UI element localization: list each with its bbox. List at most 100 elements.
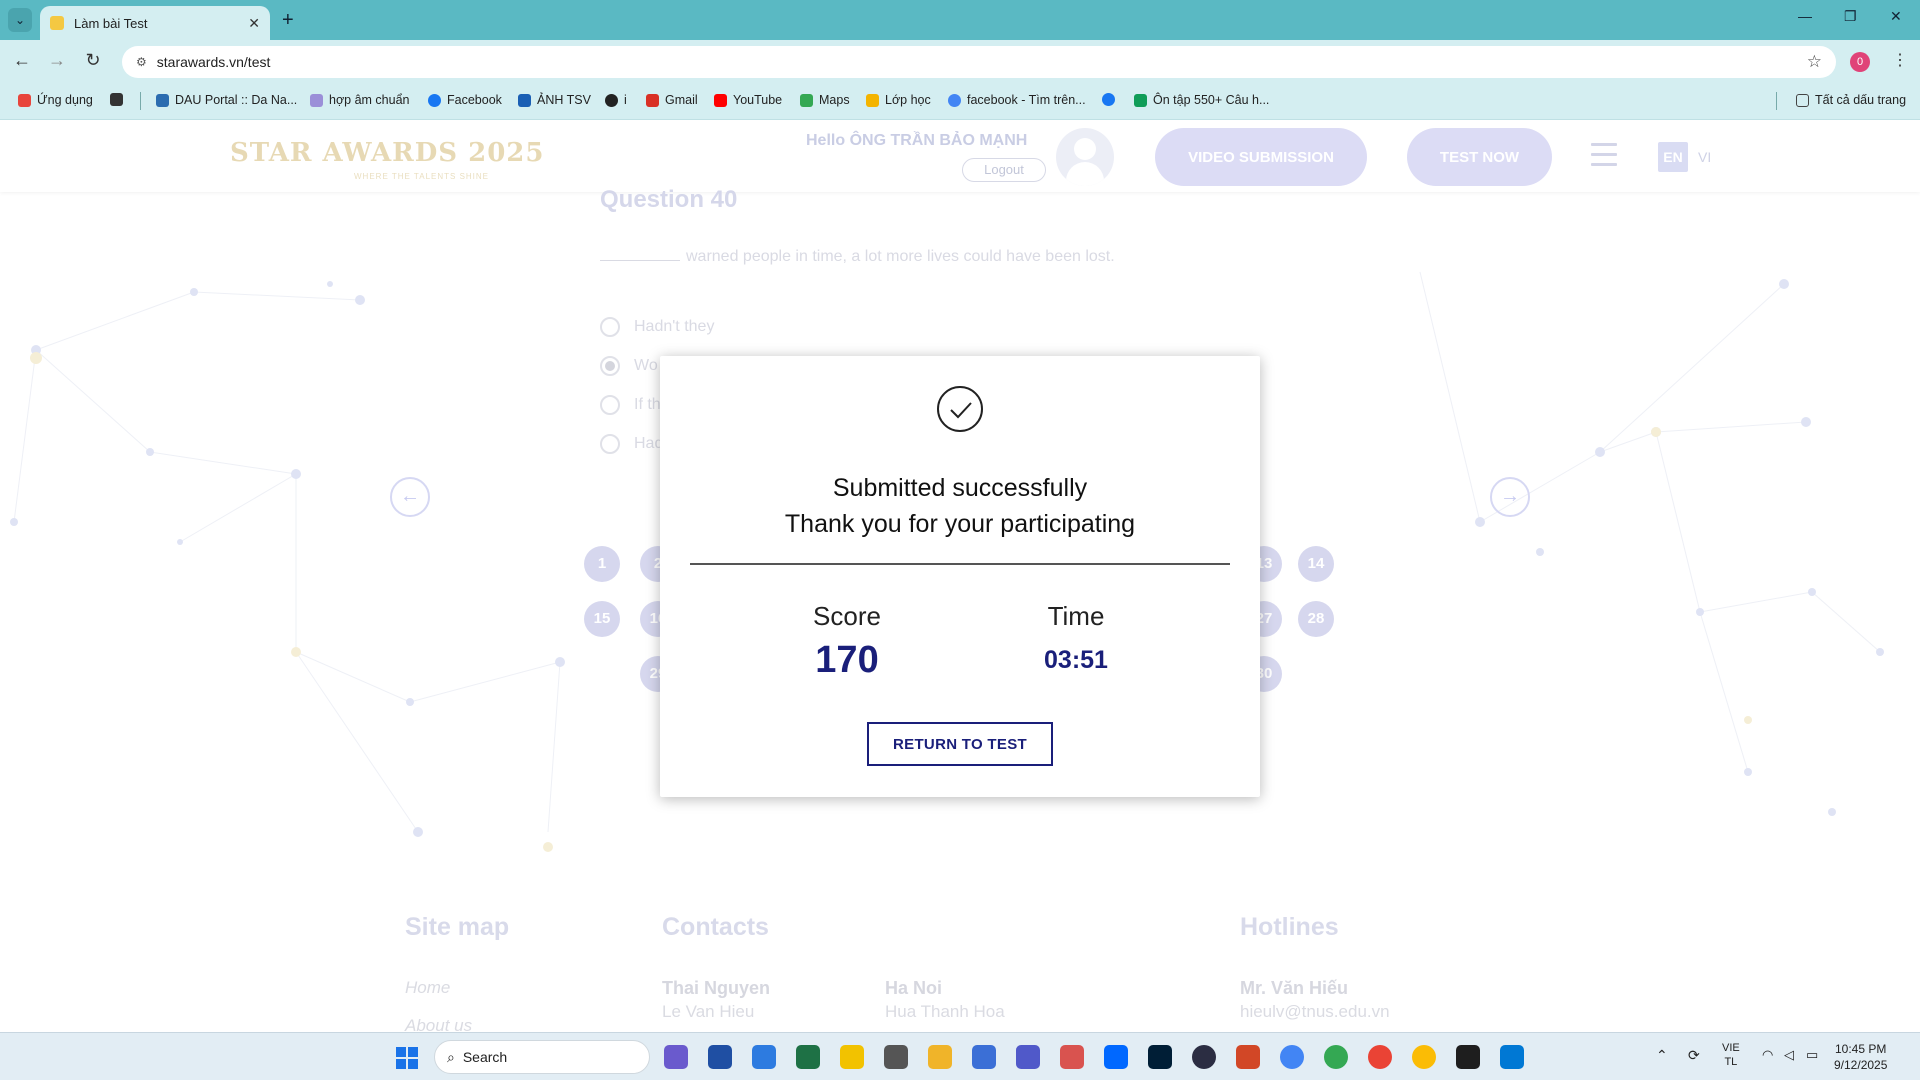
sync-icon[interactable]: ⟳ <box>1688 1047 1700 1064</box>
radio-button-selected[interactable] <box>600 356 620 376</box>
test-now-button[interactable]: TEST NOW <box>1407 128 1552 186</box>
prev-question-arrow-icon[interactable]: ← <box>390 477 430 517</box>
clock[interactable]: 10:45 PM 9/12/2025 <box>1834 1041 1887 1073</box>
question-title: Question 40 <box>600 186 738 213</box>
site-logo[interactable]: STAR AWARDS 2025 WHERE THE TALENTS SHINE <box>230 138 544 181</box>
modal-divider <box>690 563 1230 565</box>
question-number-button[interactable]: 1 <box>584 546 620 582</box>
lang-vi-button[interactable]: VI <box>1698 149 1711 165</box>
next-question-arrow-icon[interactable]: → <box>1490 477 1530 517</box>
powerpoint-icon[interactable] <box>1236 1045 1260 1069</box>
footer-link-about[interactable]: About us <box>405 1016 472 1032</box>
bookmark-star-icon[interactable]: ☆ <box>1807 52 1822 72</box>
return-to-test-button[interactable]: RETURN TO TEST <box>867 722 1053 766</box>
chrome-icon[interactable] <box>1280 1045 1304 1069</box>
browser-tab[interactable]: Làm bài Test ✕ <box>40 6 270 40</box>
photoshop-icon[interactable] <box>1148 1045 1172 1069</box>
lang-en-button[interactable]: EN <box>1658 142 1688 172</box>
bookmark-anh-tsv[interactable]: ẢNH TSV <box>518 93 591 107</box>
footer-hotline-email[interactable]: hieulv@tnus.edu.vn <box>1240 1002 1390 1022</box>
windows-start-icon[interactable] <box>396 1047 418 1069</box>
tab-search-icon[interactable]: ⌄ <box>8 8 32 32</box>
zalo-icon[interactable] <box>1104 1045 1128 1069</box>
bookmark-apps[interactable]: Ứng dụng <box>18 93 93 107</box>
address-bar[interactable]: ⚙ starawards.vn/test ☆ <box>122 46 1836 78</box>
chrome-icon[interactable] <box>1324 1045 1348 1069</box>
footer-link-home[interactable]: Home <box>405 978 450 998</box>
vscode-icon[interactable] <box>1500 1045 1524 1069</box>
answer-option[interactable]: If th <box>600 395 661 415</box>
app-icon[interactable] <box>708 1045 732 1069</box>
grid-icon <box>110 93 123 106</box>
input-language[interactable]: VIE TL <box>1722 1041 1740 1069</box>
question-number-button[interactable]: 15 <box>584 601 620 637</box>
reload-icon[interactable]: ↻ <box>81 50 105 71</box>
footer-city-thai-nguyen: Thai Nguyen <box>662 978 771 998</box>
globe-icon <box>605 93 618 107</box>
excel-icon[interactable] <box>796 1045 820 1069</box>
terminal-icon[interactable] <box>1456 1045 1480 1069</box>
taskbar-search[interactable]: ⌕ Search <box>434 1040 650 1074</box>
youtube-icon <box>714 93 727 107</box>
copilot-icon[interactable] <box>664 1045 688 1069</box>
radio-button[interactable] <box>600 434 620 454</box>
favicon-icon <box>50 16 64 30</box>
window-close-icon[interactable]: ✕ <box>1890 8 1902 25</box>
teams-icon[interactable] <box>1016 1045 1040 1069</box>
answer-option[interactable]: Wo <box>600 356 658 376</box>
bookmark-facebook-2[interactable] <box>1102 93 1121 106</box>
back-icon[interactable]: ← <box>10 50 34 71</box>
bookmark-hop-am[interactable]: hợp âm chuẩn <box>310 93 409 107</box>
app-icon[interactable] <box>972 1045 996 1069</box>
windows-taskbar: ⌕ Search ⌃ ⟳ VIE TL ◠ ◁ ▭ 10:45 PM 9/12/… <box>0 1032 1920 1080</box>
video-submission-button[interactable]: VIDEO SUBMISSION <box>1155 128 1367 186</box>
footer-hotlines-heading: Hotlines <box>1240 913 1339 941</box>
bookmark-facebook[interactable]: Facebook <box>428 93 502 107</box>
calculator-icon[interactable] <box>884 1045 908 1069</box>
question-number-button[interactable]: 14 <box>1298 546 1334 582</box>
radio-button[interactable] <box>600 395 620 415</box>
bookmark-i[interactable]: i <box>605 93 627 107</box>
wifi-icon[interactable]: ◠ <box>1762 1047 1773 1063</box>
bookmark-youtube[interactable]: YouTube <box>714 93 782 107</box>
bookmark-dau-portal[interactable]: DAU Portal :: Da Na... <box>156 93 297 107</box>
tab-title: Làm bài Test <box>74 15 148 31</box>
hamburger-menu-icon[interactable] <box>1591 143 1617 167</box>
tab-close-icon[interactable]: ✕ <box>248 15 260 32</box>
new-tab-icon[interactable]: + <box>282 10 294 30</box>
tray-chevron-icon[interactable]: ⌃ <box>1656 1047 1668 1064</box>
minimize-icon[interactable]: — <box>1798 8 1812 24</box>
answer-option[interactable]: Had <box>600 434 663 454</box>
site-info-icon[interactable]: ⚙ <box>136 55 147 69</box>
forward-icon[interactable]: → <box>45 50 69 71</box>
user-avatar-icon[interactable] <box>1056 128 1114 186</box>
bookmark-lop-hoc[interactable]: Lớp học <box>866 93 931 107</box>
bookmark-facebook-search[interactable]: facebook - Tìm trên... <box>948 93 1086 107</box>
file-explorer-icon[interactable] <box>928 1045 952 1069</box>
google-icon <box>948 93 961 107</box>
all-bookmarks[interactable]: Tất cả dấu trang <box>1796 93 1906 107</box>
volume-icon[interactable]: ◁ <box>1784 1047 1794 1063</box>
app-icon[interactable] <box>752 1045 776 1069</box>
bookmark-maps[interactable]: Maps <box>800 93 850 107</box>
restore-icon[interactable]: ❐ <box>1844 8 1857 25</box>
logout-button[interactable]: Logout <box>962 158 1046 182</box>
bookmark-on-tap[interactable]: Ôn tập 550+ Câu h... <box>1134 93 1269 107</box>
app-icon[interactable] <box>840 1045 864 1069</box>
app-icon[interactable] <box>1192 1045 1216 1069</box>
footer-city-ha-noi: Ha Noi <box>885 978 943 998</box>
battery-icon[interactable]: ▭ <box>1806 1047 1818 1063</box>
chrome-icon[interactable] <box>1412 1045 1436 1069</box>
app-icon[interactable] <box>1060 1045 1084 1069</box>
bookmark-grid[interactable] <box>110 93 129 106</box>
bookmark-gmail[interactable]: Gmail <box>646 93 698 107</box>
radio-button[interactable] <box>600 317 620 337</box>
maps-pin-icon <box>800 93 813 107</box>
answer-option[interactable]: Hadn't they <box>600 317 714 337</box>
checkmark-icon <box>937 386 983 432</box>
menu-kebab-icon[interactable]: ⋮ <box>1892 50 1908 70</box>
question-number-button[interactable]: 28 <box>1298 601 1334 637</box>
profile-avatar[interactable]: 0 <box>1850 52 1870 72</box>
chrome-icon[interactable] <box>1368 1045 1392 1069</box>
browser-toolbar: ← → ↻ ⚙ starawards.vn/test ☆ <box>0 40 1920 84</box>
